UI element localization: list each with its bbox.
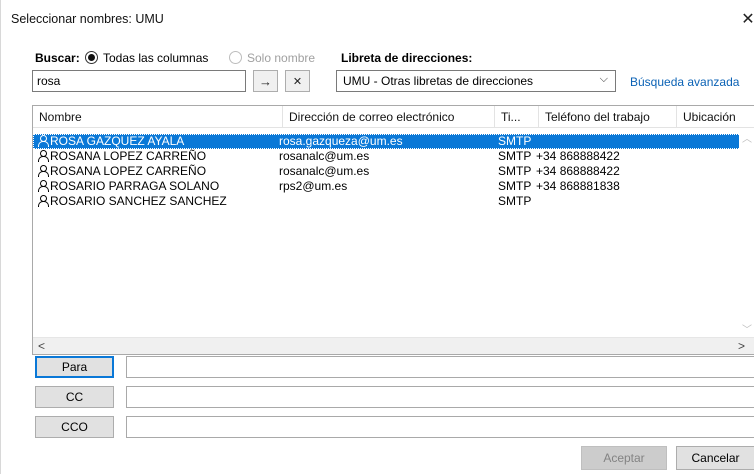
col-email[interactable]: Dirección de correo electrónico (283, 106, 495, 128)
row-type: SMTP (498, 179, 532, 193)
row-phone (536, 134, 674, 149)
table-row[interactable]: ROSARIO SANCHEZ SANCHEZ SMTP (33, 194, 741, 209)
search-go-button[interactable]: → (253, 70, 278, 92)
bcc-button[interactable]: CCO (35, 416, 114, 438)
list-header: Nombre Dirección de correo electrónico T… (33, 106, 754, 128)
row-name: ROSARIO PARRAGA SOLANO (50, 179, 220, 193)
ok-button[interactable]: Aceptar (581, 446, 667, 470)
results-list[interactable]: Nombre Dirección de correo electrónico T… (32, 105, 754, 355)
cc-button[interactable]: CC (35, 386, 114, 408)
table-row[interactable]: ROSARIO PARRAGA SOLANO rps2@um.es SMTP +… (33, 179, 741, 194)
table-row[interactable]: ROSANA LOPEZ CARREÑO rosanalc@um.es SMTP… (33, 149, 741, 164)
search-input[interactable]: rosa (32, 70, 246, 92)
person-icon (37, 180, 49, 192)
cancel-button[interactable]: Cancelar (676, 446, 754, 470)
person-icon (37, 135, 49, 147)
table-row[interactable]: ROSANA LOPEZ CARREÑO rosanalc@um.es SMTP… (33, 164, 741, 179)
scroll-left-icon[interactable]: < (38, 339, 45, 353)
cancel-button-label: Cancelar (691, 451, 740, 465)
to-button-label: Para (61, 360, 88, 374)
ok-button-label: Aceptar (603, 451, 645, 465)
row-phone (536, 194, 674, 209)
addressbook-select[interactable]: UMU - Otras libretas de direcciones ⌵ (336, 70, 616, 92)
person-icon (37, 165, 49, 177)
bcc-field[interactable] (126, 416, 754, 438)
cc-field[interactable] (126, 386, 754, 408)
row-type: SMTP (498, 194, 532, 208)
row-name: ROSANA LOPEZ CARREÑO (50, 149, 207, 163)
row-type: SMTP (498, 164, 532, 178)
col-location[interactable]: Ubicación (677, 106, 754, 128)
table-row[interactable]: ROSA GAZQUEZ AYALA rosa.gazqueza@um.es S… (33, 134, 741, 149)
horizontal-scrollbar[interactable]: < > (33, 337, 754, 354)
vertical-scrollbar[interactable]: ︿ ﹀ (739, 128, 754, 338)
row-phone: +34 868888422 (536, 149, 620, 163)
row-type: SMTP (498, 134, 532, 148)
clear-icon: ✕ (292, 75, 303, 88)
scroll-right-icon[interactable]: > (738, 339, 745, 353)
row-name: ROSA GAZQUEZ AYALA (50, 134, 185, 148)
col-type[interactable]: Ti... (495, 106, 539, 128)
row-phone: +34 868881838 (536, 179, 620, 193)
arrow-right-icon: → (259, 73, 272, 89)
radio-all-columns-label[interactable]: Todas las columnas (103, 51, 208, 65)
row-name: ROSANA LOPEZ CARREÑO (50, 164, 207, 178)
scroll-down-icon[interactable]: ﹀ (742, 321, 752, 336)
chevron-down-icon: ⌵ (599, 73, 608, 85)
select-names-dialog: Seleccionar nombres: UMU ✕ Buscar: Todas… (0, 0, 754, 474)
person-icon (37, 195, 49, 207)
to-button[interactable]: Para (35, 356, 114, 378)
row-email: rosanalc@um.es (279, 149, 370, 163)
search-label: Buscar: (35, 51, 80, 65)
radio-name-only[interactable] (229, 51, 242, 64)
row-phone: +34 868888422 (536, 164, 620, 178)
bcc-button-label: CCO (61, 420, 88, 434)
addressbook-selected: UMU - Otras libretas de direcciones (343, 74, 534, 88)
advanced-search-link[interactable]: Búsqueda avanzada (630, 75, 739, 89)
clear-search-button[interactable]: ✕ (285, 70, 310, 92)
title-bar: Seleccionar nombres: UMU ✕ (1, 0, 754, 40)
radio-name-only-label[interactable]: Solo nombre (247, 51, 315, 65)
person-icon (37, 150, 49, 162)
to-field[interactable] (126, 356, 754, 378)
row-name: ROSARIO SANCHEZ SANCHEZ (50, 194, 227, 208)
row-type: SMTP (498, 149, 532, 163)
col-name[interactable]: Nombre (33, 106, 283, 128)
cc-button-label: CC (65, 390, 84, 404)
scroll-up-icon[interactable]: ︿ (742, 130, 752, 145)
col-work-phone[interactable]: Teléfono del trabajo (539, 106, 677, 128)
row-email: rosanalc@um.es (279, 164, 370, 178)
row-email (279, 194, 493, 209)
close-icon[interactable]: ✕ (741, 9, 754, 29)
row-email: rosa.gazqueza@um.es (279, 134, 403, 148)
dialog-title: Seleccionar nombres: UMU (11, 12, 164, 26)
addressbook-label: Libreta de direcciones: (341, 51, 473, 65)
radio-all-columns[interactable] (85, 51, 98, 64)
row-email: rps2@um.es (279, 179, 348, 193)
